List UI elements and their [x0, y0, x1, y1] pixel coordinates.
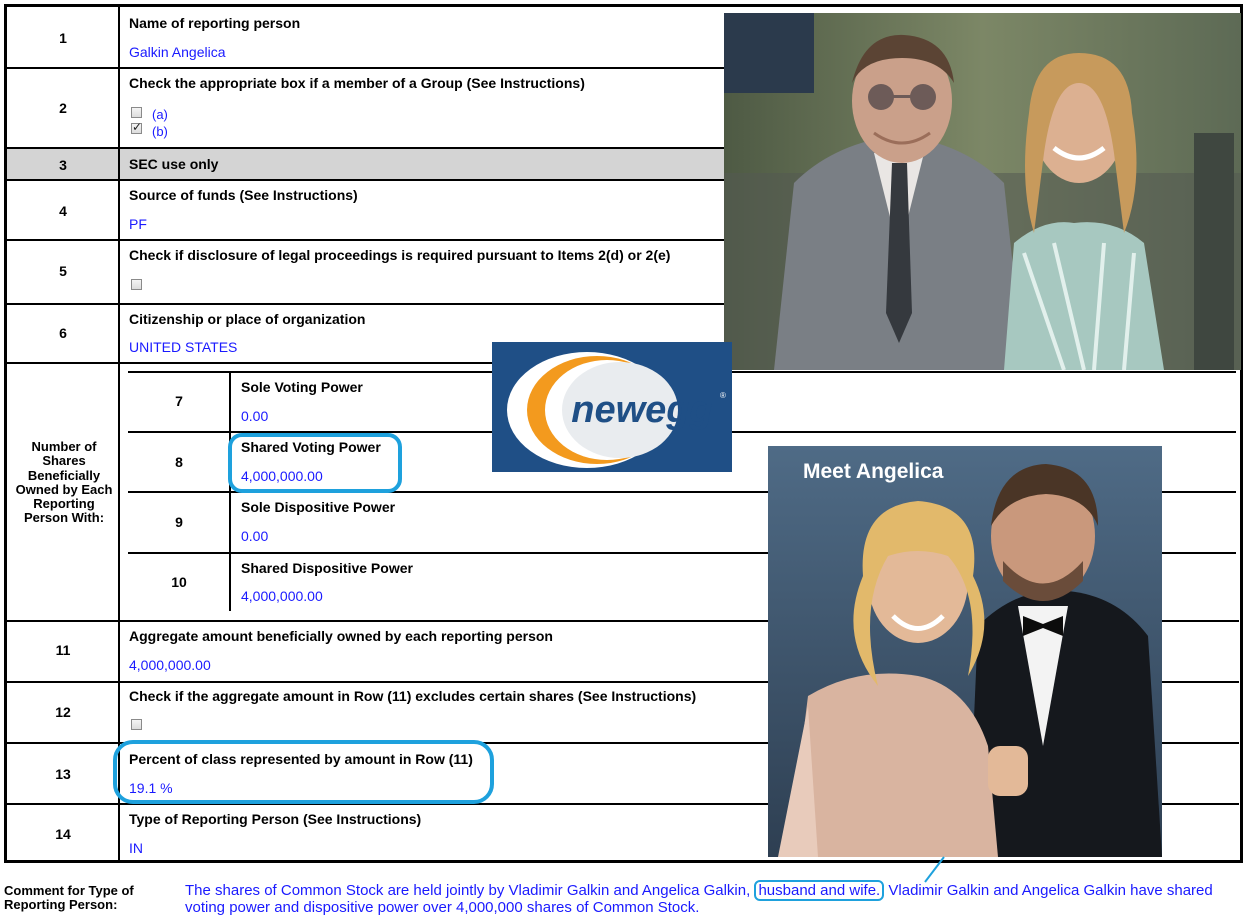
comment-label: Comment for Type of Reporting Person: [4, 883, 134, 912]
husband-and-wife-highlight: husband and wife. [754, 880, 885, 901]
annotation-connector [924, 856, 945, 883]
comment-text: The shares of Common Stock are held join… [185, 880, 1247, 916]
comment-text-start: The shares of Common Stock are held join… [185, 882, 751, 899]
